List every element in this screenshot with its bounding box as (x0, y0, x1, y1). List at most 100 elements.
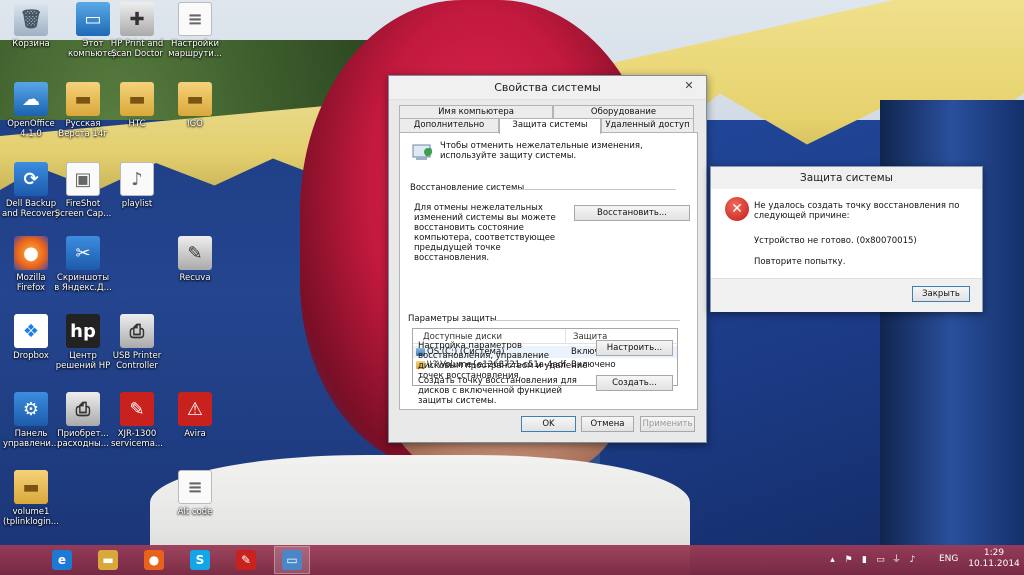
section-divider (512, 189, 676, 190)
close-button[interactable]: Закрыть (912, 286, 970, 302)
show-hidden-icon[interactable]: ▴ (827, 555, 838, 565)
folder-icon: ▬ (14, 470, 48, 504)
tab-system-protection[interactable]: Защита системы (499, 118, 601, 134)
system-properties-icon: ▭ (282, 550, 302, 570)
configure-button[interactable]: Настроить... (596, 340, 673, 356)
dialog-titlebar[interactable]: Свойства системы ✕ (389, 76, 706, 100)
desktop-icon[interactable]: hp Центр решений HP (52, 314, 114, 371)
desktop-icon-label: Корзина (12, 39, 50, 49)
network-icon[interactable]: ▮ (859, 555, 870, 565)
avira-icon: ⚠ (178, 392, 212, 426)
error-retry: Повторите попытку. (754, 257, 846, 267)
desktop-icon-label: Alt code (177, 507, 213, 517)
printer-supplies-icon: ⎙ (66, 392, 100, 426)
taskbar-internet-explorer-button[interactable]: e (44, 546, 80, 574)
desktop-icon-label: Центр решений HP (55, 351, 111, 371)
dropbox-icon: ❖ (14, 314, 48, 348)
desktop-icon-label: Панель управлени... (2, 429, 60, 449)
recuva-icon: ✎ (178, 236, 212, 270)
error-detail: Устройство не готово. (0x80070015) (754, 236, 917, 246)
desktop-icon-label: Mozilla Firefox (16, 273, 46, 293)
taskbar-system-properties-button[interactable]: ▭ (274, 546, 310, 574)
desktop-icon[interactable]: 🗑 Корзина (0, 2, 62, 49)
cancel-button[interactable]: Отмена (581, 416, 634, 432)
tab-row-bottom: Дополнительно Защита системы Удаленный д… (399, 118, 694, 134)
error-dialog-title: Защита системы (800, 172, 893, 184)
desktop-icon[interactable]: ≡ Alt code (164, 470, 226, 517)
tab-row-top: Имя компьютера Оборудование (399, 105, 694, 119)
restore-button[interactable]: Восстановить... (574, 205, 690, 221)
desktop-icon[interactable]: ⎙ USB Printer Controller (106, 314, 168, 371)
language-indicator[interactable]: ENG (939, 554, 958, 564)
tab-advanced[interactable]: Дополнительно (399, 118, 499, 132)
recycle-bin-icon: 🗑 (14, 2, 48, 36)
restore-description: Для отмены нежелательных изменений систе… (414, 203, 556, 263)
openoffice-icon: ☁ (14, 82, 48, 116)
desktop-icon[interactable]: ▬ HTC (106, 82, 168, 129)
error-message: Не удалось создать точку восстановления … (754, 201, 960, 221)
taskbar-pdf-reader-button[interactable]: ✎ (228, 546, 264, 574)
desktop-icon[interactable]: ▣ FireShot Screen Cap... (52, 162, 114, 219)
apply-button[interactable]: Применить (640, 416, 695, 432)
desktop-icon-label: Avira (184, 429, 206, 439)
desktop-icon[interactable]: ✎ XJR-1300 servicema... (106, 392, 168, 449)
desktop-icon-label: XJR-1300 servicema... (110, 429, 164, 449)
hp-icon: hp (66, 314, 100, 348)
desktop-icon-label: IGO (187, 119, 203, 129)
tab-hardware[interactable]: Оборудование (553, 105, 694, 119)
desktop-icon[interactable]: ≡ Настройки маршрути... (164, 2, 226, 59)
create-description: Создать точку восстановления для дисков … (418, 376, 577, 406)
restore-section-label: Восстановление системы (410, 183, 525, 193)
desktop-icon[interactable]: ▬ IGO (164, 82, 226, 129)
fireshot-icon: ▣ (66, 162, 100, 196)
section-divider (492, 320, 680, 321)
folder-icon: ▬ (178, 82, 212, 116)
desktop-icon[interactable]: ✂ Скриншоты в Яндекс.Д... (52, 236, 114, 293)
internet-explorer-icon: e (52, 550, 72, 570)
protection-section-label: Параметры защиты (408, 314, 497, 324)
document-icon: ≡ (178, 2, 212, 36)
desktop-icon-label: Настройки маршрути... (168, 39, 222, 59)
clock-date: 10.11.2014 (968, 559, 1020, 569)
control-panel-icon: ⚙ (14, 392, 48, 426)
desktop-icon[interactable]: ⎙ Приобрет... расходны... (52, 392, 114, 449)
pdf-icon: ✎ (120, 392, 154, 426)
close-icon[interactable]: ✕ (678, 78, 700, 94)
action-center-icon[interactable]: ⚑ (843, 555, 854, 565)
firefox-icon: ● (14, 236, 48, 270)
pdf-reader-icon: ✎ (236, 550, 256, 570)
system-protection-panel: Чтобы отменить нежелательные изменения, … (399, 132, 698, 410)
volume-icon[interactable]: ♪ (907, 555, 918, 565)
desktop-icon[interactable]: ✎ Recuva (164, 236, 226, 283)
tab-computer-name[interactable]: Имя компьютера (399, 105, 553, 119)
battery-icon[interactable]: ▭ (875, 555, 886, 565)
firefox-icon: ● (144, 550, 164, 570)
ok-button[interactable]: OK (521, 416, 576, 432)
tab-remote[interactable]: Удаленный доступ (601, 118, 694, 132)
desktop-icon-label: OpenOffice 4.1.0 (7, 119, 55, 139)
system-protection-error-dialog: Защита системы ✕ Не удалось создать точк… (710, 166, 983, 312)
desktop-icon[interactable]: ⚠ Avira (164, 392, 226, 439)
printer-icon: ⎙ (120, 314, 154, 348)
taskbar-skype-button[interactable]: S (182, 546, 218, 574)
create-button[interactable]: Создать... (596, 375, 673, 391)
file-explorer-icon: ▬ (98, 550, 118, 570)
taskbar-firefox-button[interactable]: ● (136, 546, 172, 574)
desktop-icon-label: volume1 (tplinklogin... (3, 507, 59, 527)
desktop-icon-label: Приобрет... расходны... (57, 429, 109, 449)
clock[interactable]: 1:29 10.11.2014 (965, 548, 1023, 570)
desktop-icon-label: Dropbox (13, 351, 49, 361)
system-properties-dialog: Свойства системы ✕ Имя компьютера Оборуд… (388, 75, 707, 443)
error-dialog-titlebar[interactable]: Защита системы (711, 167, 982, 189)
usb-icon[interactable]: ⏚ (891, 555, 902, 565)
desktop-icon[interactable]: ✚ HP Print and Scan Doctor (106, 2, 168, 59)
desktop-icon[interactable]: ♪ playlist (106, 162, 168, 209)
folder-icon: ▬ (66, 82, 100, 116)
music-file-icon: ♪ (120, 162, 154, 196)
desktop-icon-label: HP Print and Scan Doctor (110, 39, 164, 59)
intro-text: Чтобы отменить нежелательные изменения, … (440, 141, 643, 161)
desktop-icon[interactable]: ▬ Русская Верста 14г (52, 82, 114, 139)
taskbar-file-explorer-button[interactable]: ▬ (90, 546, 126, 574)
desktop-icon[interactable]: ▬ volume1 (tplinklogin... (0, 470, 62, 527)
dell-backup-icon: ⟳ (14, 162, 48, 196)
